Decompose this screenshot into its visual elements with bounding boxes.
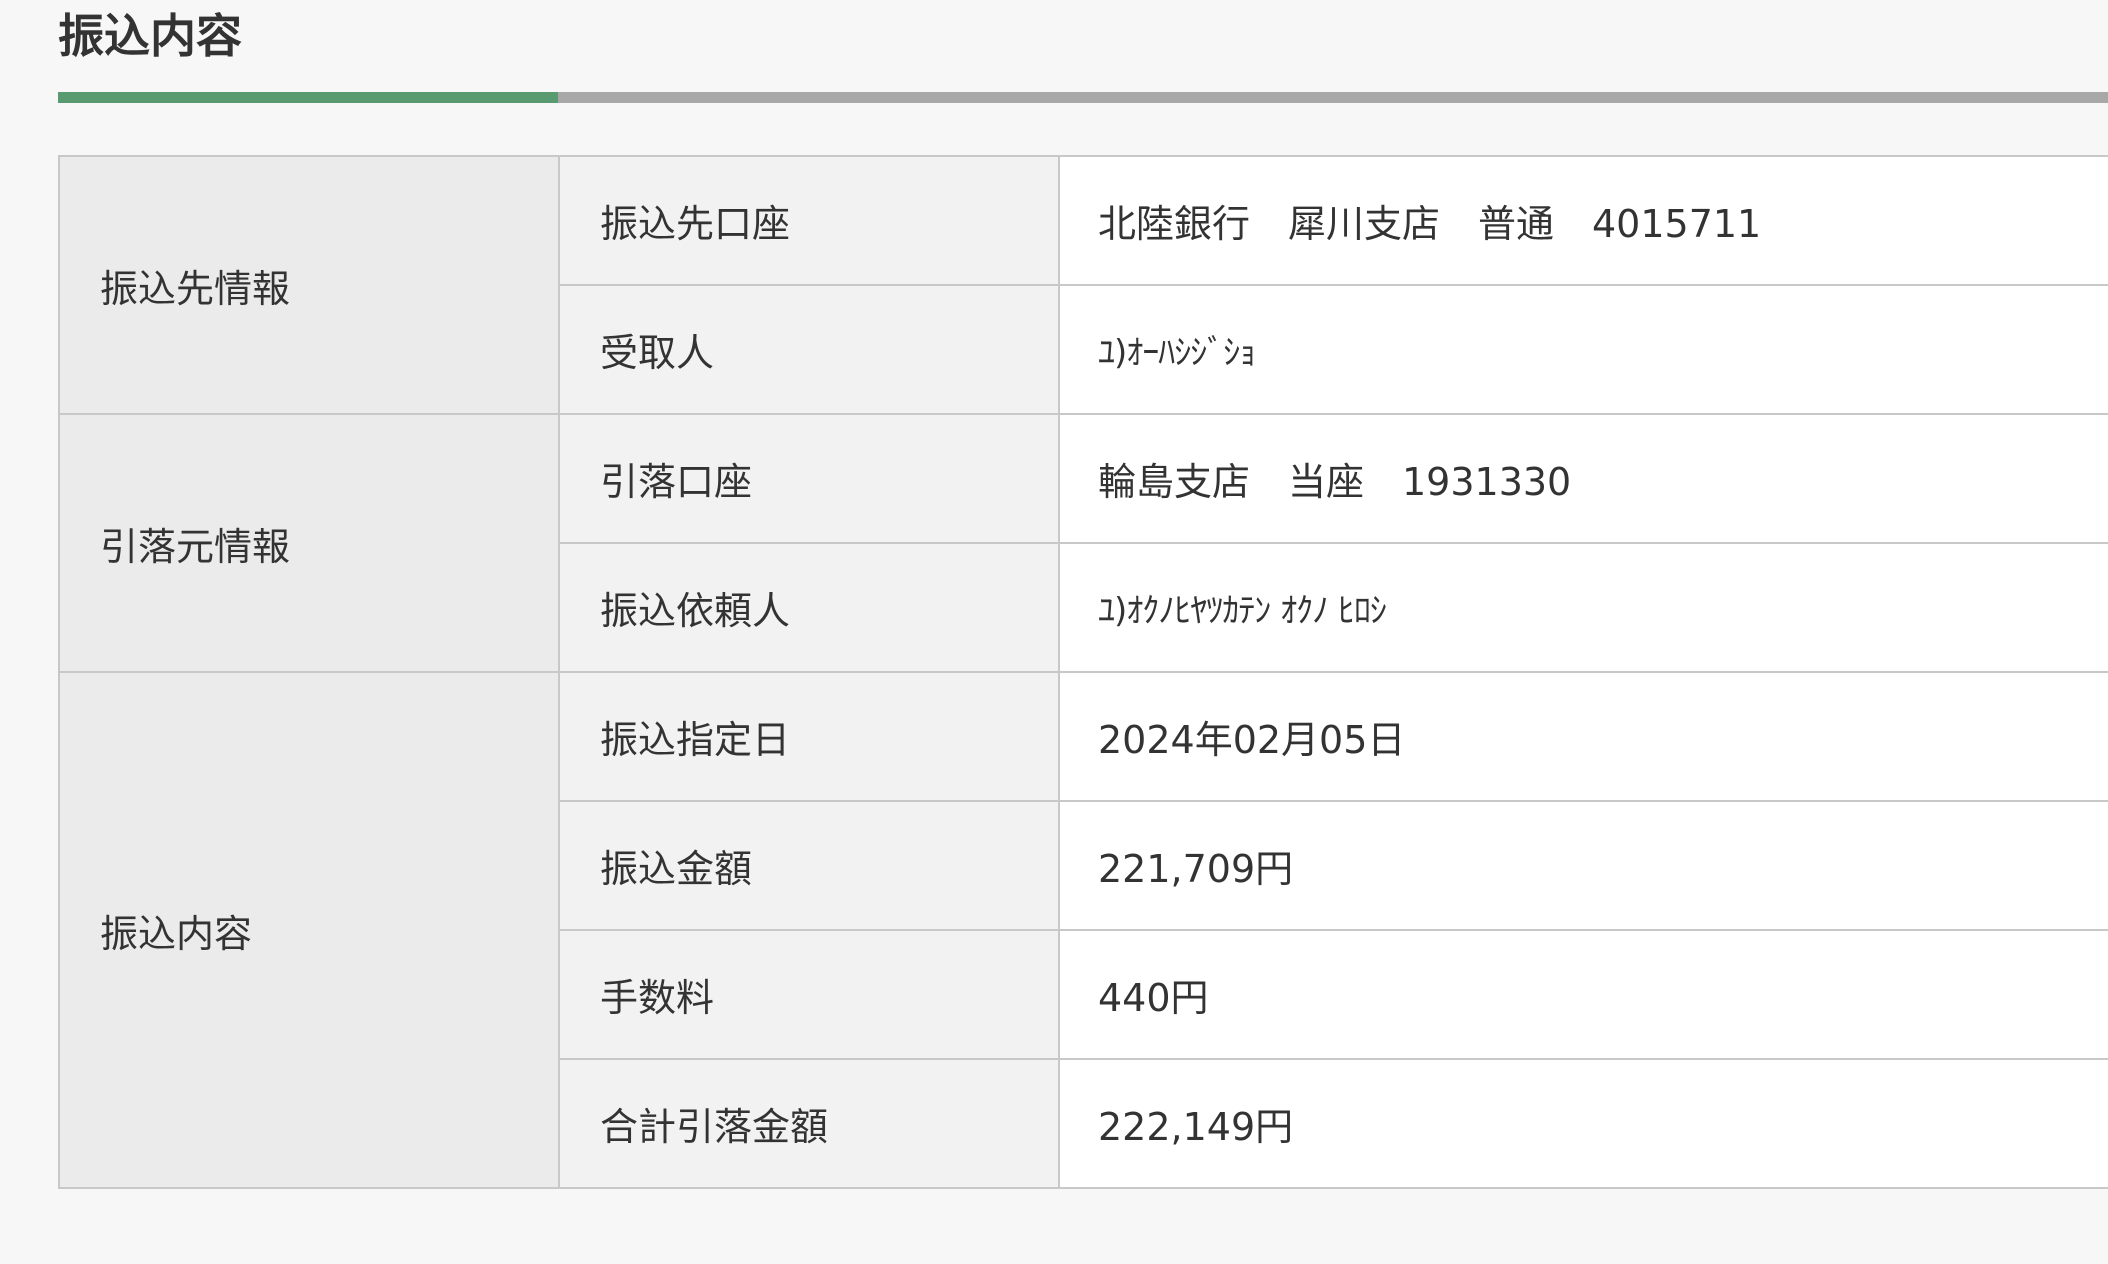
row-value-fee: 440円 xyxy=(1058,929,2108,1060)
row-label-fee: 手数料 xyxy=(558,929,1060,1060)
row-value-recipient: ﾕ)ｵｰﾊｼｼﾞｼｮ xyxy=(1058,284,2108,415)
transfer-detail-table: 振込先情報 振込先口座 北陸銀行 犀川支店 普通 4015711 受取人 ﾕ)ｵ… xyxy=(58,155,2108,1189)
table-row: 振込先情報 振込先口座 北陸銀行 犀川支店 普通 4015711 xyxy=(58,155,2108,415)
group-debit-label: 引落元情報 xyxy=(58,413,560,673)
row-label-debit-account: 引落口座 xyxy=(558,413,1060,544)
row-value-total-debit: 222,149円 xyxy=(1058,1058,2108,1189)
transfer-confirmation-page: 振込内容 振込先情報 振込先口座 北陸銀行 犀川支店 普通 4015711 受取… xyxy=(0,0,2108,1264)
row-label-recipient: 受取人 xyxy=(558,284,1060,415)
row-value-transfer-date: 2024年02月05日 xyxy=(1058,671,2108,802)
table-row: 振込内容 振込指定日 2024年02月05日 xyxy=(58,671,2108,1189)
heading-rule xyxy=(58,92,2108,103)
section-title: 振込内容 xyxy=(58,9,242,63)
row-label-transfer-date: 振込指定日 xyxy=(558,671,1060,802)
row-value-payee-account: 北陸銀行 犀川支店 普通 4015711 xyxy=(1058,155,2108,286)
row-label-requester: 振込依頼人 xyxy=(558,542,1060,673)
group-payee-label: 振込先情報 xyxy=(58,155,560,415)
row-label-transfer-amount: 振込金額 xyxy=(558,800,1060,931)
row-value-transfer-amount: 221,709円 xyxy=(1058,800,2108,931)
heading-rule-accent xyxy=(58,92,558,103)
group-transfer-label: 振込内容 xyxy=(58,671,560,1189)
row-label-total-debit: 合計引落金額 xyxy=(558,1058,1060,1189)
row-value-debit-account: 輪島支店 当座 1931330 xyxy=(1058,413,2108,544)
row-label-payee-account: 振込先口座 xyxy=(558,155,1060,286)
table-row: 引落元情報 引落口座 輪島支店 当座 1931330 xyxy=(58,413,2108,673)
row-value-requester: ﾕ)ｵｸﾉﾋﾔﾂｶﾃﾝ ｵｸﾉ ﾋﾛｼ xyxy=(1058,542,2108,673)
